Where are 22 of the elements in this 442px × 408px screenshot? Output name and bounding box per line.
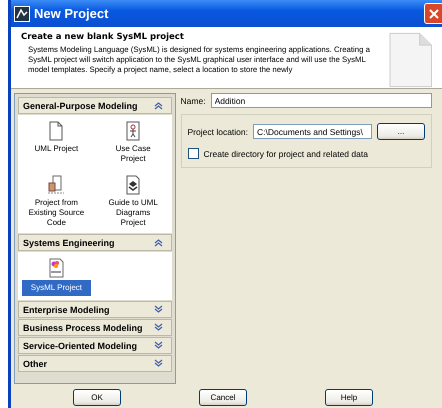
category-header[interactable]: Business Process Modeling (18, 319, 172, 336)
name-label: Name: (180, 96, 206, 106)
location-label: Project location: (188, 126, 248, 136)
dialog-button[interactable]: Cancel (199, 389, 247, 406)
dialog-button[interactable]: OK (73, 389, 121, 406)
project-type-item[interactable]: UML Project (32, 143, 82, 155)
project-type-item[interactable]: Use Case Project (101, 143, 166, 165)
category-header[interactable]: Service-Oriented Modeling (18, 337, 172, 354)
header-title: Create a new blank SysML project (21, 32, 185, 42)
dialog-button[interactable]: Help (325, 389, 373, 406)
project-type-item[interactable]: SysML Project (22, 280, 92, 296)
name-field[interactable]: Addition (210, 93, 432, 108)
location-field[interactable]: C:\Documents and Settings\ (253, 124, 372, 139)
project-type-item[interactable]: Guide to UML Diagrams Project (101, 197, 166, 229)
project-type-item[interactable]: Project from Existing Source Code (24, 197, 88, 229)
checkbox-label: Create directory for project and related data (204, 148, 368, 158)
category-header[interactable]: Enterprise Modeling (18, 301, 172, 318)
window-title: New Project (34, 6, 110, 21)
category-header[interactable]: General-Purpose Modeling (18, 97, 172, 114)
category-header[interactable]: Other (18, 355, 172, 372)
browse-button[interactable]: ... (377, 123, 425, 140)
category-header[interactable]: Systems Engineering (18, 234, 172, 251)
